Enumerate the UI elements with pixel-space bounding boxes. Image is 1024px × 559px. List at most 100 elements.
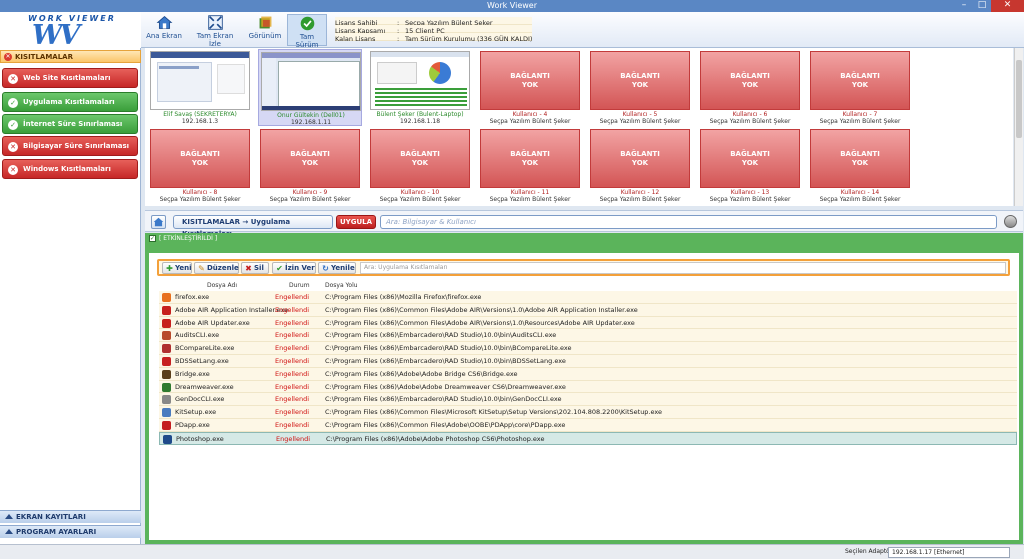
client-tile[interactable]: BAĞLANTI YOK Kullanıcı - 4 Seçpa Yazılım Bü… xyxy=(478,49,582,126)
screen-records-section[interactable]: EKRAN KAYITLARI xyxy=(0,510,141,523)
close-icon: ✕ xyxy=(4,53,12,61)
client-tile[interactable]: Elif Savaş (SEKRETERYA) 192.168.1.3 xyxy=(148,49,252,126)
chevron-down-icon[interactable] xyxy=(1004,215,1017,228)
no-connection-text: BAĞLANTI xyxy=(510,150,550,158)
client-caption: Kullanıcı - 12 Seçpa Yazılım Bülent Şeker xyxy=(588,189,692,203)
adapter-label: Seçilen Adaptör: xyxy=(845,548,895,555)
table-row[interactable]: BCompareLite.exe Engellendi C:\Program Fil… xyxy=(159,342,1017,355)
table-row[interactable]: GenDocCLI.exe Engellendi C:\Program Files … xyxy=(159,393,1017,407)
minimize-button[interactable]: – xyxy=(955,0,973,12)
client-tile[interactable]: BAĞLANTI YOK Kullanıcı - 12 Seçpa Yazılım B… xyxy=(588,127,692,204)
main-toolbar: Ana Ekran Tam Ekran İzle Görünüm Tam Sür… xyxy=(141,12,1024,56)
row-path: C:\Program Files (x86)\Common Files\Micr… xyxy=(325,408,663,417)
home-button[interactable]: Ana Ekran xyxy=(146,14,182,46)
fullscreen-button[interactable]: Tam Ekran İzle xyxy=(190,14,240,48)
table-row[interactable]: Adobe AIR Application Installer.exe Engel… xyxy=(159,303,1017,317)
client-ip: 192.168.1.11 xyxy=(290,119,332,126)
row-status: Engellendi xyxy=(275,369,310,378)
row-file-name: firefox.exe xyxy=(175,293,210,301)
apply-button[interactable]: UYGULA xyxy=(336,215,376,229)
app-icon xyxy=(162,395,171,405)
app-icon xyxy=(162,356,171,366)
table-row[interactable]: KitSetup.exe Engellendi C:\Program Files (… xyxy=(159,406,1017,419)
maximize-button[interactable]: □ xyxy=(973,0,991,12)
table-row[interactable]: AuditsCLI.exe Engellendi C:\Program Files … xyxy=(159,329,1017,343)
license-value: 15 Client PC xyxy=(405,27,445,35)
client-tile[interactable]: Onur Gültekin (Dell01) 192.168.1.11 xyxy=(258,49,362,126)
client-name: Kullanıcı - 4 xyxy=(512,111,548,118)
table-row[interactable]: PDapp.exe Engellendi C:\Program Files (x86… xyxy=(159,418,1017,432)
new-button[interactable]: ✚ Yeni xyxy=(162,262,192,274)
allow-button[interactable]: ✔ İzin Ver xyxy=(272,262,316,274)
check-icon: ✓ xyxy=(8,120,18,130)
row-path: C:\Program Files (x86)\Mozilla Firefox\f… xyxy=(325,293,482,301)
table-search-input[interactable]: Ara: Uygulama Kısıtlamaları xyxy=(360,262,1006,274)
enabled-toggle[interactable]: ✓[ ETKİNLEŞTİRİLDİ ] xyxy=(145,233,1023,245)
sidebar-item[interactable]: ✕ Web Site Kısıtlamaları xyxy=(2,68,138,88)
close-icon: ✕ xyxy=(8,165,18,175)
license-value: Seçpa Yazılım Bülent Şeker xyxy=(405,19,493,27)
breadcrumb-root[interactable]: KISITLAMALAR xyxy=(182,218,240,226)
refresh-icon: ↻ xyxy=(322,264,329,273)
enabled-checkbox[interactable]: ✓ xyxy=(149,235,156,242)
grid-scrollbar[interactable] xyxy=(1014,48,1023,206)
table-row[interactable]: Adobe AIR Updater.exe Engellendi C:\Progra… xyxy=(159,316,1017,330)
check-icon: ✓ xyxy=(8,98,18,108)
client-tile[interactable]: BAĞLANTI YOK Kullanıcı - 14 Seçpa Yazılım B… xyxy=(808,127,912,204)
client-search-input[interactable]: Ara: Bilgisayar & Kullanıcı xyxy=(380,215,997,229)
row-status: Engellendi xyxy=(275,293,310,301)
no-connection-text: BAĞLANTI xyxy=(730,72,770,80)
client-ip: Seçpa Yazılım Bülent Şeker xyxy=(709,196,791,203)
restrictions-header[interactable]: ✕ KISITLAMALAR xyxy=(0,50,141,63)
view-button[interactable]: Görünüm xyxy=(247,14,283,46)
client-name: Kullanıcı - 13 xyxy=(730,189,770,196)
client-tile[interactable]: BAĞLANTI YOK Kullanıcı - 10 Seçpa Yazılım B… xyxy=(368,127,472,204)
client-caption: Kullanıcı - 11 Seçpa Yazılım Bülent Şeker xyxy=(478,189,582,203)
sidebar-item[interactable]: ✓ Uygulama Kısıtlamaları xyxy=(2,92,138,112)
row-status: Engellendi xyxy=(275,356,310,365)
no-connection-text: YOK xyxy=(741,159,759,167)
sidebar: ✕ KISITLAMALAR ✕ Web Site Kısıtlamaları ✓ Uy… xyxy=(0,48,141,544)
delete-label: Sil xyxy=(254,264,264,272)
client-caption: Kullanıcı - 13 Seçpa Yazılım Bülent Şeker xyxy=(698,189,802,203)
table-row[interactable]: firefox.exe Engellendi C:\Program Files (x… xyxy=(159,291,1017,304)
sidebar-item[interactable]: ✕ Bilgisayar Süre Sınırlaması xyxy=(2,136,138,156)
edit-button[interactable]: ✎ Düzenle xyxy=(194,262,239,274)
program-settings-section[interactable]: PROGRAM AYARLARI xyxy=(0,525,141,538)
client-tile[interactable]: BAĞLANTI YOK Kullanıcı - 5 Seçpa Yazılım Bü… xyxy=(588,49,692,126)
client-ip: Seçpa Yazılım Bülent Şeker xyxy=(599,118,681,125)
client-screenshot xyxy=(150,51,250,110)
client-tile[interactable]: BAĞLANTI YOK Kullanıcı - 6 Seçpa Yazılım Bü… xyxy=(698,49,802,126)
row-file-name: Bridge.exe xyxy=(175,369,210,378)
cube-icon xyxy=(259,16,271,29)
delete-button[interactable]: ✖ Sil xyxy=(241,262,269,274)
close-window-button[interactable]: ✕ xyxy=(991,0,1024,12)
client-tile[interactable]: BAĞLANTI YOK Kullanıcı - 8 Seçpa Yazılım Bü… xyxy=(148,127,252,204)
no-connection-text: YOK xyxy=(851,159,869,167)
client-tile[interactable]: BAĞLANTI YOK Kullanıcı - 7 Seçpa Yazılım Bü… xyxy=(808,49,912,126)
full-version-button[interactable]: Tam Sürüm xyxy=(287,14,327,49)
sidebar-item[interactable]: ✕ Windows Kısıtlamaları xyxy=(2,159,138,179)
table-row[interactable]: BDSSetLang.exe Engellendi C:\Program Files… xyxy=(159,354,1017,368)
client-tile[interactable]: Bülent Şeker (Bulent-Laptop) 192.168.1.18 xyxy=(368,49,472,126)
scroll-thumb[interactable] xyxy=(1016,60,1022,138)
client-tile[interactable]: BAĞLANTI YOK Kullanıcı - 9 Seçpa Yazılım Bü… xyxy=(258,127,362,204)
refresh-label: Yenile xyxy=(331,264,355,272)
client-ip: Seçpa Yazılım Bülent Şeker xyxy=(159,196,241,203)
no-connection-screen: BAĞLANTI YOK xyxy=(370,129,470,188)
client-caption: Elif Savaş (SEKRETERYA) 192.168.1.3 xyxy=(148,111,252,125)
title-bar: Work Viewer – □ ✕ xyxy=(0,0,1024,12)
refresh-button[interactable]: ↻ Yenile xyxy=(318,262,356,274)
sidebar-item-label: Web Site Kısıtlamaları xyxy=(23,74,111,82)
home-small-button[interactable] xyxy=(151,215,166,229)
table-row[interactable]: Bridge.exe Engellendi C:\Program Files (x8… xyxy=(159,367,1017,381)
table-row[interactable]: Dreamweaver.exe Engellendi C:\Program File… xyxy=(159,380,1017,394)
sidebar-item[interactable]: ✓ İnternet Süre Sınırlaması xyxy=(2,114,138,134)
window-title: Work Viewer xyxy=(487,1,537,10)
client-tile[interactable]: BAĞLANTI YOK Kullanıcı - 13 Seçpa Yazılım B… xyxy=(698,127,802,204)
row-path: C:\Program Files (x86)\Embarcadero\RAD S… xyxy=(325,395,562,404)
view-label: Görünüm xyxy=(248,32,282,40)
client-tile[interactable]: BAĞLANTI YOK Kullanıcı - 11 Seçpa Yazılım B… xyxy=(478,127,582,204)
adapter-select[interactable]: 192.168.1.17 [Ethernet] xyxy=(888,547,1010,558)
table-row[interactable]: Photoshop.exe Engellendi C:\Program Files … xyxy=(159,431,1017,445)
